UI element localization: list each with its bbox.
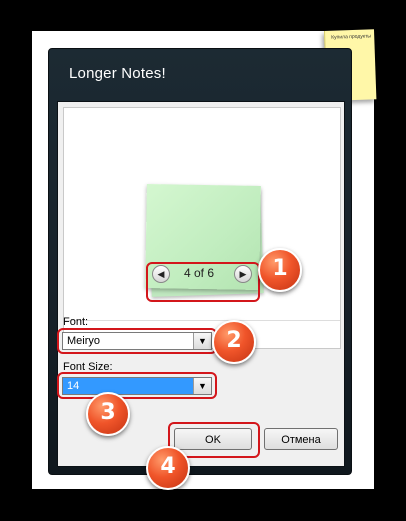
callout-ring-2 [57, 328, 217, 354]
callout-badge-2: 2 [212, 320, 256, 364]
callout-badge-4: 4 [146, 446, 190, 490]
callout-ring-1 [146, 262, 260, 302]
callout-ring-3 [57, 372, 217, 399]
callout-badge-3: 3 [86, 392, 130, 436]
sticky-note-text: Купила продукты [331, 33, 372, 41]
divider [64, 320, 340, 321]
font-label: Font: [63, 316, 89, 328]
callout-badge-1: 1 [258, 248, 302, 292]
note-preview [63, 107, 341, 349]
cancel-button[interactable]: Отмена [264, 428, 338, 450]
window-title: Longer Notes! [69, 65, 166, 82]
